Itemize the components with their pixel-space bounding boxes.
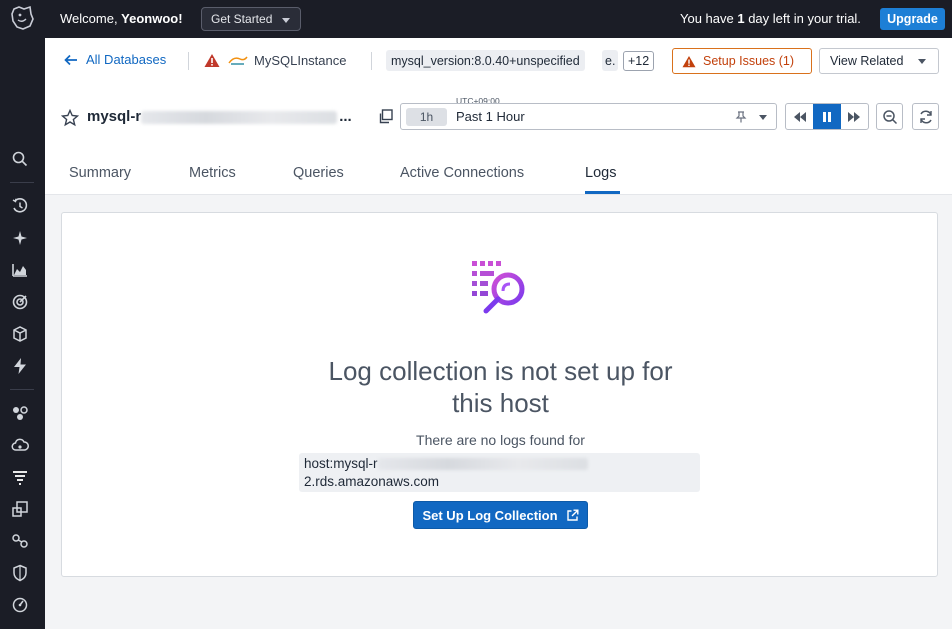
breadcrumb: All Databases MySQLInstance mysql_versio…	[45, 48, 952, 74]
top-bar: Welcome, Yeonwoo! Get Started You have 1…	[45, 0, 952, 38]
trial-prefix: You have	[680, 11, 738, 26]
host-query-prefix: host:mysql-r	[304, 456, 378, 471]
history-icon[interactable]	[11, 197, 29, 215]
shield-icon[interactable]	[11, 564, 29, 582]
chevron-down-icon	[918, 59, 926, 64]
sidebar-divider	[10, 389, 34, 390]
tab-metrics[interactable]: Metrics	[189, 165, 236, 181]
hexagon-icon[interactable]	[11, 404, 29, 422]
zoom-out-icon	[882, 109, 897, 124]
empty-state-card: Log collection is not set up for this ho…	[61, 212, 938, 577]
instance-name[interactable]: MySQLInstance	[254, 53, 347, 68]
fast-forward-button[interactable]	[841, 104, 868, 129]
star-icon[interactable]	[61, 109, 79, 127]
warning-icon	[204, 54, 220, 67]
trial-suffix: day left in your trial.	[744, 11, 861, 26]
redacted-hostname	[377, 457, 588, 470]
set-up-log-collection-button[interactable]: Set Up Log Collection	[413, 501, 588, 529]
breadcrumb-divider	[371, 52, 372, 70]
empty-state-title-line1: Log collection is not set up for	[328, 356, 673, 386]
more-tags-button[interactable]: +12	[623, 51, 655, 71]
empty-state-title-line2: this host	[452, 388, 549, 418]
host-query-line2: 2.rds.amazonaws.com	[304, 474, 440, 489]
chevron-down-icon	[759, 115, 767, 120]
trial-notice: You have 1 day left in your trial.	[680, 11, 861, 26]
sparkle-icon[interactable]	[11, 229, 29, 247]
mysql-logo-icon	[228, 56, 248, 65]
datadog-logo-icon[interactable]	[8, 4, 36, 32]
time-range-picker[interactable]: 1h Past 1 Hour	[400, 103, 777, 130]
fast-forward-icon	[848, 111, 861, 122]
external-link-icon	[566, 509, 579, 521]
zoom-out-button[interactable]	[876, 103, 903, 130]
copy-icon[interactable]	[378, 109, 393, 124]
trial-days: 1	[737, 11, 745, 26]
cube-icon[interactable]	[11, 325, 29, 343]
logs-icon[interactable]	[11, 468, 29, 486]
search-icon[interactable]	[11, 150, 29, 168]
upgrade-button[interactable]: Upgrade	[880, 8, 945, 30]
welcome-message: Welcome, Yeonwoo!	[60, 11, 183, 26]
sidebar-divider	[10, 182, 34, 183]
get-started-dropdown[interactable]: Get Started	[201, 7, 301, 31]
gauge-icon[interactable]	[11, 596, 29, 614]
chevron-down-icon	[282, 18, 290, 23]
tag-mysql-version[interactable]: mysql_version:8.0.40+unspecified	[386, 50, 585, 71]
refresh-button[interactable]	[912, 103, 939, 130]
set-up-log-collection-label: Set Up Log Collection	[422, 507, 558, 523]
target-icon[interactable]	[11, 293, 29, 311]
host-query-line1: host:mysql-r	[304, 456, 590, 471]
page-header: All Databases MySQLInstance mysql_versio…	[45, 38, 952, 195]
arrow-left-icon	[64, 54, 77, 65]
link-icon[interactable]	[11, 532, 29, 550]
breadcrumb-divider	[188, 52, 189, 70]
monitor-icon[interactable]	[11, 500, 29, 518]
title-row: mysql-r... UTC+09:00 1h Past 1 Hour	[45, 96, 952, 134]
rewind-icon	[793, 111, 806, 122]
empty-state-title: Log collection is not set up for this ho…	[62, 355, 939, 419]
cloud-icon[interactable]	[11, 436, 29, 454]
redacted-hostname	[141, 110, 338, 124]
view-related-label: View Related	[830, 54, 904, 68]
refresh-icon	[919, 109, 932, 124]
welcome-prefix: Welcome,	[60, 11, 122, 26]
host-title-ellipsis: ...	[339, 108, 352, 125]
log-search-icon	[472, 261, 525, 314]
tab-bar: Summary Metrics Queries Active Connectio…	[45, 156, 952, 195]
page-title: mysql-r...	[87, 108, 352, 125]
tab-queries[interactable]: Queries	[293, 165, 344, 181]
playback-controls	[785, 103, 869, 130]
warning-icon	[682, 55, 696, 67]
rewind-button[interactable]	[786, 104, 813, 129]
tab-active-connections[interactable]: Active Connections	[400, 165, 524, 181]
time-range-label: Past 1 Hour	[456, 109, 525, 124]
pause-icon	[822, 111, 831, 122]
view-related-dropdown[interactable]: View Related	[819, 48, 939, 74]
tag-truncated[interactable]: e.	[602, 50, 619, 71]
left-sidebar	[0, 0, 45, 629]
setup-issues-label: Setup Issues (1)	[703, 54, 795, 68]
get-started-label: Get Started	[211, 12, 273, 26]
pause-button[interactable]	[813, 104, 841, 129]
all-databases-label: All Databases	[86, 52, 167, 67]
chart-icon[interactable]	[11, 261, 29, 279]
tab-logs[interactable]: Logs	[585, 165, 616, 181]
user-name: Yeonwoo!	[121, 11, 183, 26]
active-tab-indicator	[585, 191, 620, 194]
tab-summary[interactable]: Summary	[69, 165, 131, 181]
main-content: All Databases MySQLInstance mysql_versio…	[45, 38, 952, 629]
empty-state-subtitle: There are no logs found for	[416, 432, 585, 448]
all-databases-link[interactable]: All Databases	[64, 52, 166, 67]
host-query-box: host:mysql-r 2.rds.amazonaws.com	[299, 453, 700, 492]
pin-icon[interactable]	[735, 111, 747, 123]
time-range-chip: 1h	[406, 108, 447, 126]
bolt-icon[interactable]	[11, 357, 29, 375]
host-title-prefix: mysql-r	[87, 108, 142, 125]
setup-issues-button[interactable]: Setup Issues (1)	[672, 48, 812, 74]
